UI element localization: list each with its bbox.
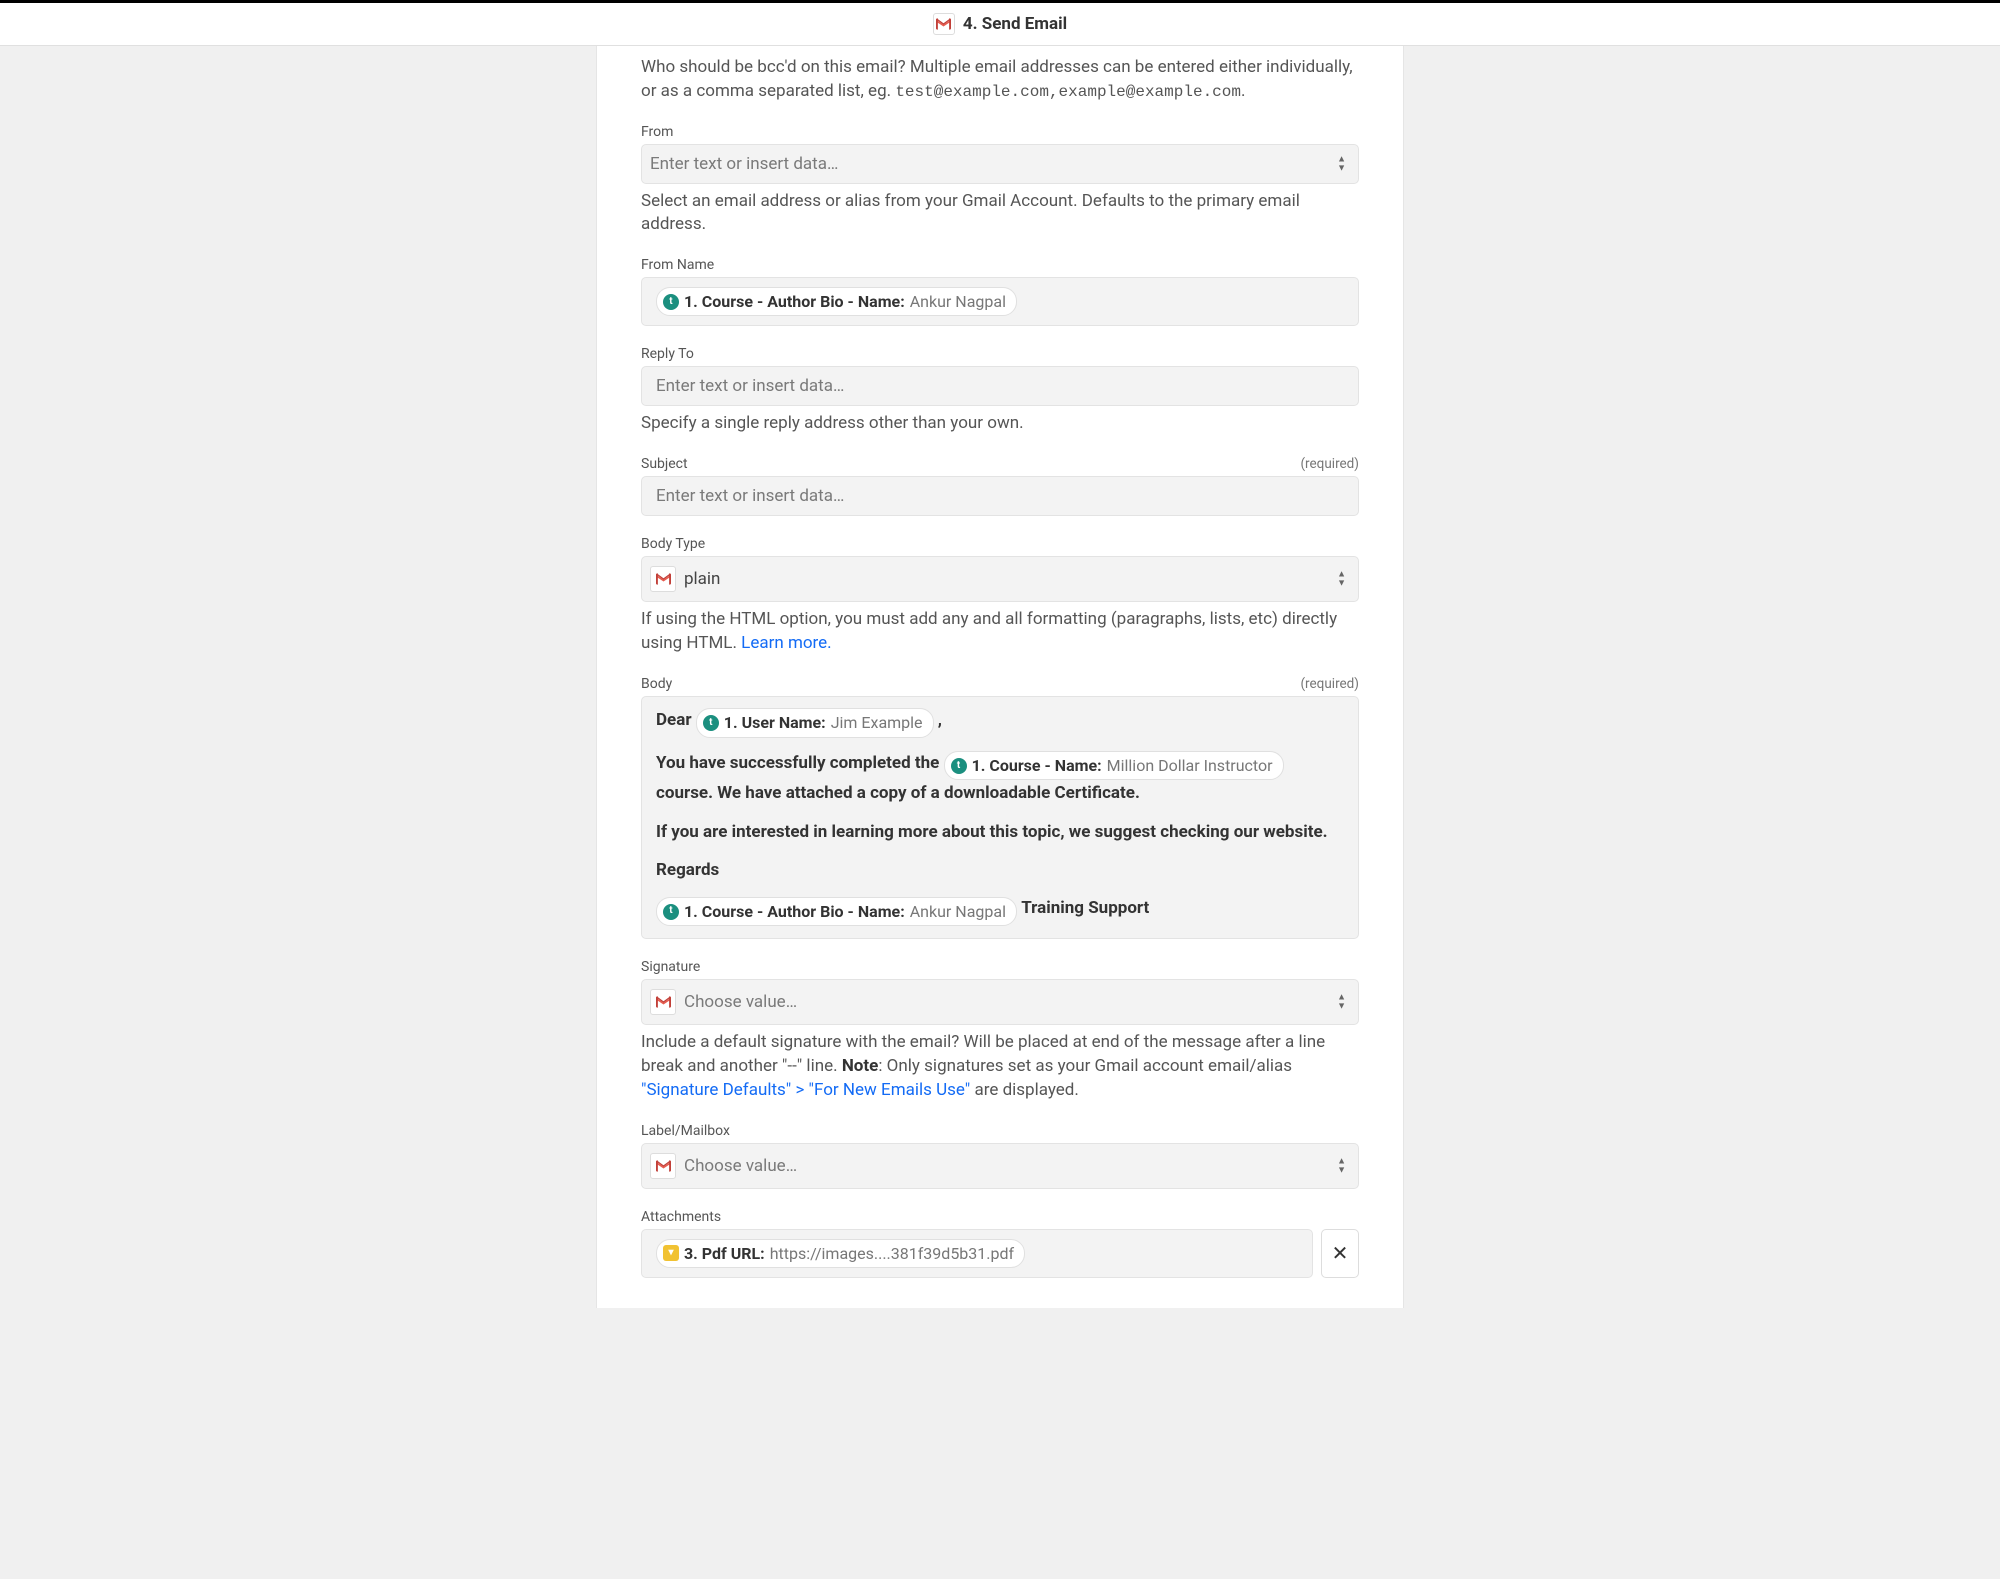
- user-name-pill[interactable]: t 1. User Name: Jim Example: [696, 708, 934, 737]
- label-mailbox-placeholder: Choose value…: [684, 1156, 797, 1176]
- sig-help-suffix: are displayed.: [970, 1080, 1079, 1100]
- body-label: Body: [641, 676, 672, 692]
- teachable-icon: t: [951, 758, 967, 774]
- from-input[interactable]: Enter text or insert data… ▲▼: [641, 144, 1359, 184]
- signature-select[interactable]: Choose value… ▲▼: [641, 979, 1359, 1025]
- pill-pdf-value: https://images....381f39d5b31.pdf: [770, 1242, 1014, 1265]
- label-mailbox-label: Label/Mailbox: [641, 1123, 730, 1139]
- bcc-help-suffix: .: [1241, 81, 1245, 101]
- body-line2b: course. We have attached a copy of a dow…: [656, 783, 1140, 803]
- pill-user-value: Jim Example: [831, 711, 923, 734]
- body-type-value: plain: [684, 569, 720, 589]
- body-line2a: You have successfully completed the: [656, 753, 944, 773]
- body-required: (required): [1300, 676, 1359, 692]
- body-comma: ,: [934, 710, 942, 730]
- from-placeholder: Enter text or insert data…: [650, 154, 838, 174]
- bcc-help-example: test@example.com,example@example.com: [895, 83, 1241, 101]
- signature-label: Signature: [641, 959, 700, 975]
- subject-label: Subject: [641, 456, 688, 472]
- gmail-icon: [650, 989, 676, 1015]
- teachable-icon: t: [663, 904, 679, 920]
- body-type-select[interactable]: plain ▲▼: [641, 556, 1359, 602]
- sort-icon: ▲▼: [1337, 1157, 1346, 1174]
- pdf-source-icon: ▾: [663, 1245, 679, 1261]
- reply-to-help: Specify a single reply address other tha…: [641, 412, 1359, 436]
- reply-to-input[interactable]: Enter text or insert data…: [641, 366, 1359, 406]
- author-name-pill[interactable]: t 1. Course - Author Bio - Name: Ankur N…: [656, 897, 1017, 926]
- teachable-icon: t: [703, 715, 719, 731]
- attachments-label: Attachments: [641, 1209, 721, 1225]
- body-line5: Training Support: [1021, 898, 1149, 918]
- from-label: From: [641, 124, 673, 140]
- field-from-name: From Name t 1. Course - Author Bio - Nam…: [641, 257, 1359, 326]
- field-reply-to: Reply To Enter text or insert data… Spec…: [641, 346, 1359, 436]
- attachment-pill[interactable]: ▾ 3. Pdf URL: https://images....381f39d5…: [656, 1239, 1025, 1268]
- field-signature: Signature Choose value… ▲▼ Include a def…: [641, 959, 1359, 1102]
- signature-placeholder: Choose value…: [684, 992, 797, 1012]
- form-panel: Who should be bcc'd on this email? Multi…: [596, 46, 1404, 1308]
- attachments-input[interactable]: ▾ 3. Pdf URL: https://images....381f39d5…: [641, 1229, 1313, 1278]
- body-line4: Regards: [656, 860, 719, 880]
- pill-author-value: Ankur Nagpal: [910, 290, 1006, 313]
- subject-placeholder: Enter text or insert data…: [656, 486, 844, 506]
- remove-attachment-button[interactable]: ✕: [1321, 1229, 1359, 1278]
- teachable-icon: t: [663, 294, 679, 310]
- body-editor[interactable]: Dear t 1. User Name: Jim Example , You h…: [641, 696, 1359, 940]
- pill-course-label: 1. Course - Name:: [972, 754, 1102, 777]
- from-name-pill[interactable]: t 1. Course - Author Bio - Name: Ankur N…: [656, 287, 1017, 316]
- close-icon: ✕: [1332, 1241, 1349, 1265]
- label-mailbox-select[interactable]: Choose value… ▲▼: [641, 1143, 1359, 1189]
- pill-course-value: Million Dollar Instructor: [1107, 754, 1273, 777]
- subject-required: (required): [1300, 456, 1359, 472]
- field-body: Body (required) Dear t 1. User Name: Jim…: [641, 676, 1359, 940]
- body-type-label: Body Type: [641, 536, 705, 552]
- sort-icon: ▲▼: [1337, 155, 1346, 172]
- field-label-mailbox: Label/Mailbox Choose value… ▲▼: [641, 1123, 1359, 1189]
- signature-help: Include a default signature with the ema…: [641, 1031, 1359, 1102]
- body-type-help: If using the HTML option, you must add a…: [641, 608, 1359, 656]
- sort-icon: ▲▼: [1337, 571, 1346, 588]
- pill-pdf-label: 3. Pdf URL:: [684, 1242, 765, 1265]
- sig-help-mid: : Only signatures set as your Gmail acco…: [878, 1056, 1292, 1076]
- pill-user-label: 1. User Name:: [724, 711, 826, 734]
- gmail-icon: [933, 13, 955, 35]
- field-from: From Enter text or insert data… ▲▼ Selec…: [641, 124, 1359, 238]
- subject-input[interactable]: Enter text or insert data…: [641, 476, 1359, 516]
- field-subject: Subject (required) Enter text or insert …: [641, 456, 1359, 516]
- pill-author-label: 1. Course - Author Bio - Name:: [684, 290, 905, 313]
- learn-more-link[interactable]: Learn more.: [741, 633, 832, 653]
- body-line3: If you are interested in learning more a…: [656, 822, 1328, 842]
- course-name-pill[interactable]: t 1. Course - Name: Million Dollar Instr…: [944, 751, 1284, 780]
- gmail-icon: [650, 566, 676, 592]
- sig-note-label: Note: [842, 1056, 879, 1076]
- from-name-input[interactable]: t 1. Course - Author Bio - Name: Ankur N…: [641, 277, 1359, 326]
- reply-to-placeholder: Enter text or insert data…: [656, 376, 844, 396]
- field-body-type: Body Type plain ▲▼ If using the HTML opt…: [641, 536, 1359, 656]
- reply-to-label: Reply To: [641, 346, 694, 362]
- bcc-help-text: Who should be bcc'd on this email? Multi…: [641, 56, 1359, 104]
- gmail-icon: [650, 1153, 676, 1179]
- page-header: 4. Send Email: [0, 3, 2000, 46]
- signature-defaults-link[interactable]: "Signature Defaults" > "For New Emails U…: [641, 1080, 970, 1100]
- sort-icon: ▲▼: [1337, 994, 1346, 1011]
- pill-author2-value: Ankur Nagpal: [910, 900, 1006, 923]
- pill-author2-label: 1. Course - Author Bio - Name:: [684, 900, 905, 923]
- header-title: 4. Send Email: [963, 14, 1067, 34]
- body-dear: Dear: [656, 710, 696, 730]
- field-attachments: Attachments ▾ 3. Pdf URL: https://images…: [641, 1209, 1359, 1278]
- from-name-label: From Name: [641, 257, 714, 273]
- from-help: Select an email address or alias from yo…: [641, 190, 1359, 238]
